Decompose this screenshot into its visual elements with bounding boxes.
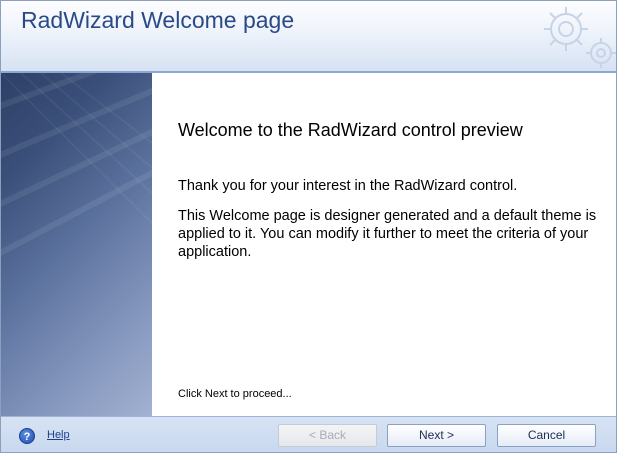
side-banner — [1, 73, 152, 416]
help-link[interactable]: Help — [47, 429, 70, 441]
wizard-header: RadWizard Welcome page — [1, 1, 616, 71]
page-title: RadWizard Welcome page — [21, 7, 295, 33]
wizard-footer: ? Help < Back Next > Cancel — [1, 416, 616, 452]
back-button[interactable]: < Back — [278, 424, 377, 447]
cancel-button[interactable]: Cancel — [497, 424, 596, 447]
gear-icon — [544, 7, 616, 68]
description-paragraph: This Welcome page is designer generated … — [178, 208, 597, 260]
banner-texture — [1, 73, 152, 256]
proceed-hint: Click Next to proceed... — [178, 388, 292, 400]
welcome-title: Welcome to the RadWizard control preview — [178, 120, 523, 140]
welcome-content: Welcome to the RadWizard control preview… — [152, 73, 616, 416]
next-button[interactable]: Next > — [387, 424, 486, 447]
help-icon[interactable]: ? — [19, 428, 35, 444]
wizard-window: RadWizard Welcome page Welcome to the Ra… — [0, 0, 617, 453]
intro-paragraph: Thank you for your interest in the RadWi… — [178, 178, 518, 194]
